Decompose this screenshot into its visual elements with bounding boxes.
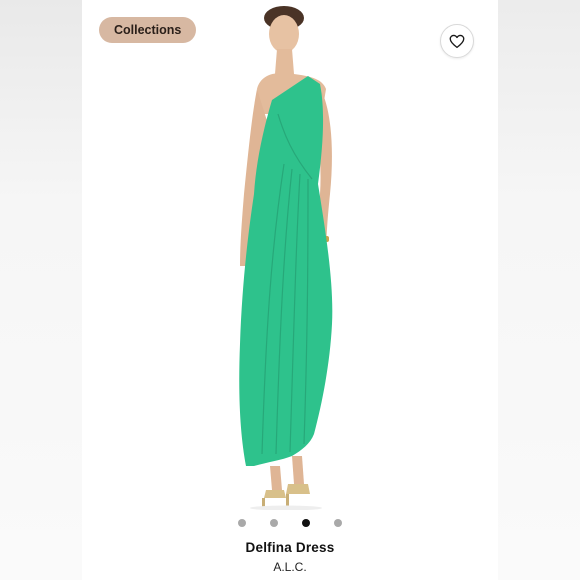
background-right-gradient	[498, 0, 580, 580]
favorite-button[interactable]	[440, 24, 474, 58]
collections-chip[interactable]: Collections	[99, 17, 197, 43]
heart-icon	[449, 34, 465, 49]
product-image[interactable]	[222, 4, 362, 510]
product-name[interactable]: Delfina Dress	[82, 540, 498, 555]
product-card: Collections Delfina Dress A.L.C.	[82, 0, 498, 580]
pagination-dot-1[interactable]	[238, 519, 246, 527]
pagination-dot-3-active[interactable]	[302, 519, 310, 527]
background-left-gradient	[0, 0, 82, 580]
pagination-dot-4[interactable]	[334, 519, 342, 527]
product-brand[interactable]: A.L.C.	[82, 560, 498, 574]
image-pagination	[82, 518, 498, 528]
pagination-dot-2[interactable]	[270, 519, 278, 527]
